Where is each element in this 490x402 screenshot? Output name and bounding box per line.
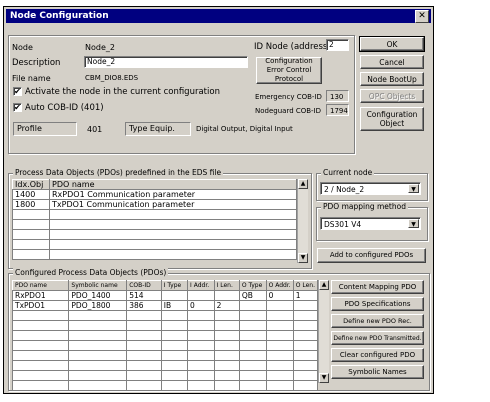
- node-bootup-button[interactable]: Node BootUp: [360, 72, 424, 86]
- description-input[interactable]: Node_2: [84, 56, 248, 68]
- auto-cobid-checkbox[interactable]: ✔: [13, 103, 22, 112]
- opc-objects-button[interactable]: OPC Objects: [360, 89, 424, 103]
- emergency-cobid-label: Emergency COB-ID: [255, 93, 322, 101]
- cell: 514: [126, 290, 162, 301]
- type-equip-value: Digital Output, Digital Input: [196, 125, 293, 133]
- table-row[interactable]: 1800 TxPDO1 Communication parameter: [12, 199, 297, 210]
- pdo-specifications-button[interactable]: PDO Specifications: [331, 297, 424, 311]
- column-header-idx-obj[interactable]: Idx.Obj: [12, 179, 50, 190]
- close-icon[interactable]: ✕: [415, 10, 429, 23]
- pdo-mapping-select[interactable]: DS301 V4 ▼: [320, 217, 421, 230]
- scroll-up-icon[interactable]: ▲: [298, 179, 308, 189]
- cell-idx: 1800: [12, 199, 50, 210]
- cell: 1: [292, 290, 319, 301]
- table-row[interactable]: RxPDO1 PDO_1400 514 QB 0 1: [11, 290, 319, 301]
- pdo-mapping-value: DS301 V4: [324, 220, 362, 229]
- predefined-pdo-table: Idx.Obj PDO name 1400 RxPDO1 Communicati…: [12, 179, 297, 260]
- cell: [292, 300, 319, 311]
- scroll-up-icon[interactable]: ▲: [319, 280, 329, 290]
- column-header-o-len[interactable]: O Len.: [292, 280, 319, 291]
- node-configuration-window: Node Configuration ✕ Node Node_2 ID Node…: [3, 6, 434, 394]
- symbolic-names-button[interactable]: Symbolic Names: [331, 365, 424, 379]
- window-title: Node Configuration: [10, 11, 109, 21]
- content-mapping-pdo-button[interactable]: Content Mapping PDO: [331, 280, 424, 294]
- table-row[interactable]: TxPDO1 PDO_1800 386 IB 0 2: [11, 300, 319, 311]
- pdo-mapping-legend: PDO mapping method: [321, 202, 408, 211]
- node-value: Node_2: [85, 43, 115, 52]
- configuration-object-button[interactable]: Configuration Object: [360, 107, 424, 131]
- auto-cobid-label: Auto COB-ID (401): [25, 103, 104, 113]
- configured-scrollbar[interactable]: ▲ ▼: [318, 280, 329, 383]
- cell: [213, 290, 240, 301]
- cell: 2: [213, 300, 240, 311]
- emergency-cobid-value: 130: [326, 90, 349, 102]
- cell: [265, 300, 294, 311]
- column-header-o-addr[interactable]: O Addr.: [265, 280, 294, 291]
- cell: 386: [126, 300, 162, 311]
- chevron-down-icon[interactable]: ▼: [408, 184, 419, 193]
- clear-configured-pdo-button[interactable]: Clear configured PDO: [331, 348, 424, 362]
- id-node-input[interactable]: 2: [326, 39, 349, 51]
- cell: TxPDO1: [11, 300, 70, 311]
- chevron-down-icon[interactable]: ▼: [408, 219, 419, 228]
- cell: RxPDO1: [11, 290, 70, 301]
- description-label: Description: [12, 58, 61, 68]
- configured-pdo-table: PDO name Symbolic name COB-ID I Type I A…: [11, 280, 319, 391]
- nodeguard-cobid-label: Nodeguard COB-ID: [255, 107, 322, 115]
- table-row[interactable]: 1400 RxPDO1 Communication parameter: [12, 189, 297, 200]
- predefined-pdo-legend: Process Data Objects (PDOs) predefined i…: [13, 168, 224, 177]
- title-bar[interactable]: Node Configuration ✕: [6, 9, 431, 23]
- column-header-cob-id[interactable]: COB-ID: [126, 280, 162, 291]
- configuration-error-control-protocol-button[interactable]: Configuration Error Control Protocol: [256, 57, 322, 84]
- cell: QB: [238, 290, 267, 301]
- ok-button[interactable]: OK: [359, 36, 425, 52]
- cell: PDO_1400: [68, 290, 128, 301]
- nodeguard-cobid-value: 1794: [326, 104, 349, 116]
- node-label: Node: [12, 43, 33, 52]
- column-header-i-len[interactable]: I Len.: [213, 280, 240, 291]
- activate-node-label: Activate the node in the current configu…: [25, 87, 220, 97]
- column-header-symbolic-name[interactable]: Symbolic name: [68, 280, 128, 291]
- activate-node-checkbox[interactable]: ✔: [13, 87, 22, 96]
- cell-name: RxPDO1 Communication parameter: [49, 189, 297, 200]
- cell: IB: [160, 300, 189, 311]
- cancel-button[interactable]: Cancel: [360, 55, 424, 69]
- cell-idx: 1400: [12, 189, 50, 200]
- column-header-o-type[interactable]: O Type: [238, 280, 267, 291]
- cell: [160, 290, 189, 301]
- cell: PDO_1800: [68, 300, 128, 311]
- configured-pdo-legend: Configured Process Data Objects (PDOs): [13, 268, 169, 277]
- profile-value: 401: [87, 125, 103, 134]
- predefined-scrollbar[interactable]: ▲ ▼: [297, 179, 308, 263]
- column-header-i-addr[interactable]: I Addr.: [187, 280, 215, 291]
- column-header-pdo-name[interactable]: PDO name: [11, 280, 70, 291]
- define-new-pdo-received-button[interactable]: Define new PDO Rec.: [331, 314, 424, 328]
- cell: [238, 300, 267, 311]
- cell: 0: [265, 290, 294, 301]
- add-to-configured-pdos-button[interactable]: Add to configured PDOs: [317, 248, 426, 263]
- cell: [187, 290, 215, 301]
- cell: 0: [187, 300, 215, 311]
- cell-name: TxPDO1 Communication parameter: [49, 199, 297, 210]
- scroll-down-icon[interactable]: ▼: [298, 253, 308, 263]
- column-header-pdo-name[interactable]: PDO name: [49, 179, 297, 190]
- filename-value: CBM_DIO8.EDS: [85, 74, 139, 82]
- define-new-pdo-transmitted-button[interactable]: Define new PDO Transmitted.: [331, 331, 424, 345]
- type-equip-label: Type Equip.: [125, 122, 191, 136]
- column-header-i-type[interactable]: I Type: [160, 280, 189, 291]
- current-node-value: 2 / Node_2: [324, 185, 365, 194]
- filename-label: File name: [12, 74, 51, 83]
- current-node-select[interactable]: 2 / Node_2 ▼: [320, 182, 421, 195]
- scroll-down-icon[interactable]: ▼: [319, 373, 329, 383]
- profile-label: Profile: [13, 122, 77, 136]
- current-node-legend: Current node: [321, 168, 375, 177]
- id-node-label: ID Node (address): [254, 42, 331, 52]
